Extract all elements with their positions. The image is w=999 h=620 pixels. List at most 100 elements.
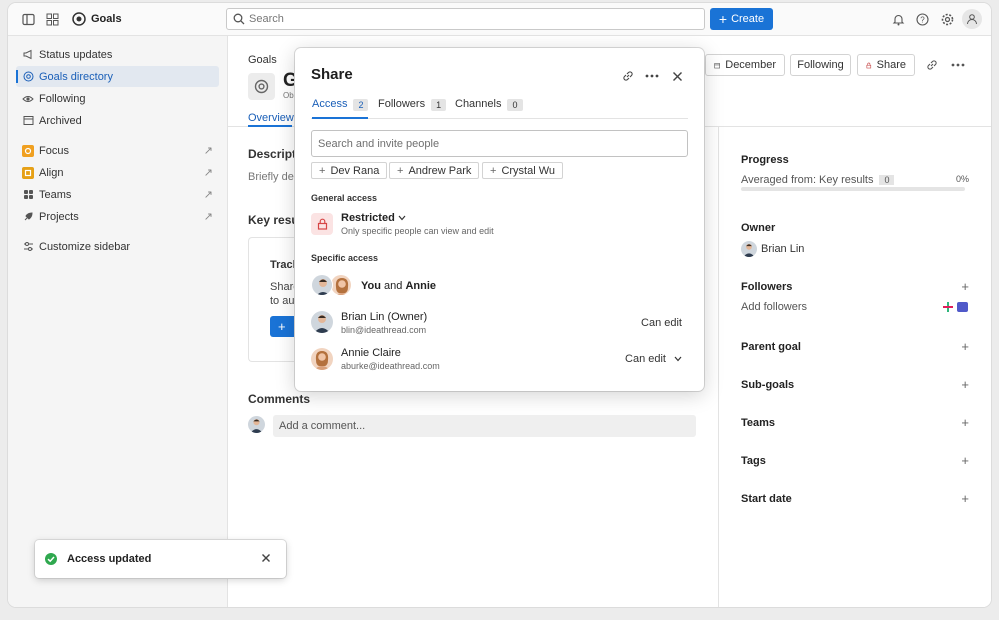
share-dialog: Share Access 2 Followers 1 Channels 0 + … [295,48,704,391]
following-label: Following [797,59,844,71]
share-tabs: Access 2 Followers 1 Channels 0 [311,98,688,119]
sidebar-item-archived[interactable]: Archived [16,110,219,131]
you-label: You [361,280,381,292]
search-placeholder: Search [249,13,284,25]
add-team-plus-icon[interactable]: + [961,415,969,430]
and-label: and [384,280,403,292]
create-button[interactable]: + Create [710,8,773,30]
owner-title: Owner [741,222,776,234]
sidebar-item-status-updates[interactable]: Status updates [16,44,219,65]
success-check-icon [45,553,57,568]
more-options-icon[interactable] [643,67,661,85]
tab-overview[interactable]: Overview [248,112,294,124]
invite-people-input[interactable] [311,130,688,157]
sidebar-item-align[interactable]: Align ↗ [16,162,219,183]
restricted-label: Restricted [341,212,395,224]
tab-label: Followers [378,98,426,110]
permission-dropdown[interactable]: Can edit [625,353,682,365]
averaged-from-label: Averaged from: Key results [741,174,874,186]
tab-access[interactable]: Access 2 [312,98,369,119]
sidebar-item-projects[interactable]: Projects ↗ [16,206,219,227]
external-link-icon[interactable]: ↗ [204,144,213,157]
archive-box-icon [22,115,34,127]
notifications-bell-icon[interactable] [889,10,907,28]
averaged-from: Averaged from: Key results 0 [741,174,895,186]
slack-icon[interactable] [943,302,953,315]
copy-link-icon[interactable] [923,56,941,74]
external-link-icon[interactable]: ↗ [204,188,213,201]
active-indicator [16,70,18,83]
tab-count: 1 [431,99,447,111]
more-options-icon[interactable] [949,56,967,74]
sidebar-item-label: Focus [39,144,69,157]
sliders-icon [22,241,34,253]
current-user-avatar [248,416,265,433]
teams-app-icon[interactable] [957,302,968,312]
group-summary: You and Annie [361,280,436,292]
owner-name[interactable]: Brian Lin [761,243,804,255]
profile-avatar-icon[interactable] [962,9,982,29]
chip-label: Andrew Park [408,164,472,177]
app-switcher-icon[interactable] [43,10,61,28]
app-name[interactable]: Goals [91,13,122,25]
close-icon[interactable] [668,67,686,85]
target-date-button[interactable]: December [705,54,785,76]
chip-label: Crystal Wu [501,164,556,177]
external-link-icon[interactable]: ↗ [204,166,213,179]
following-button[interactable]: Following [790,54,851,76]
goal-type-icon [248,73,275,100]
copy-link-icon[interactable] [619,67,637,85]
add-start-date-plus-icon[interactable]: + [961,491,969,506]
general-access-dropdown[interactable]: Restricted [341,212,406,224]
comment-input[interactable]: Add a comment... [273,415,696,437]
annie-label: Annie [405,280,437,292]
date-label: December [725,59,776,71]
external-link-icon[interactable]: ↗ [204,210,213,223]
search-icon [233,13,245,25]
search-input[interactable]: Search [226,8,705,30]
person-name: Annie Claire [341,347,401,359]
share-button[interactable]: Share [857,54,915,76]
tab-followers[interactable]: Followers 1 [378,98,447,119]
start-date-title: Start date [741,493,792,505]
sidebar-toggle-icon[interactable] [19,10,37,28]
sidebar-item-label: Following [39,92,86,105]
person-email: blin@ideathread.com [341,325,427,335]
description-placeholder[interactable]: Briefly des [248,171,299,183]
breadcrumb[interactable]: Goals [248,54,277,66]
suggestion-chip-crystal-wu[interactable]: + Crystal Wu [482,162,564,179]
suggestion-chip-dev-rana[interactable]: + Dev Rana [311,162,388,179]
suggestion-chip-andrew-park[interactable]: + Andrew Park [389,162,480,179]
sidebar-item-teams[interactable]: Teams ↗ [16,184,219,205]
tab-label: Access [312,98,348,110]
tab-channels[interactable]: Channels 0 [455,98,523,119]
calendar-icon [714,62,720,68]
person-avatar-annie [311,348,333,370]
comments-heading: Comments [248,392,311,406]
add-sub-goal-plus-icon[interactable]: + [961,377,969,392]
progress-percent: 0% [955,174,969,184]
sidebar-item-focus[interactable]: Focus ↗ [16,140,219,161]
general-access-label: General access [311,193,378,203]
sidebar-item-label: Archived [39,114,82,127]
person-email: aburke@ideathread.com [341,361,440,371]
plus-icon: + [278,319,286,334]
close-icon[interactable] [261,553,271,566]
add-followers-link[interactable]: Add followers [741,301,807,313]
add-tag-plus-icon[interactable]: + [961,453,969,468]
create-label: Create [731,13,765,25]
eye-icon [22,93,34,105]
sidebar-item-goals-directory[interactable]: Goals directory [16,66,219,87]
align-app-icon [22,166,34,179]
sidebar-item-following[interactable]: Following [16,88,219,109]
add-parent-goal-plus-icon[interactable]: + [961,339,969,354]
tab-label: Channels [455,98,502,110]
add-follower-plus-icon[interactable]: + [961,279,969,294]
settings-gear-icon[interactable] [938,10,956,28]
goal-target-icon [22,71,34,83]
progress-bar [741,187,965,191]
person-name: Brian Lin (Owner) [341,311,428,323]
help-icon[interactable]: ? [913,10,931,28]
customize-sidebar-button[interactable]: Customize sidebar [16,236,219,257]
share-label: Share [876,59,906,71]
